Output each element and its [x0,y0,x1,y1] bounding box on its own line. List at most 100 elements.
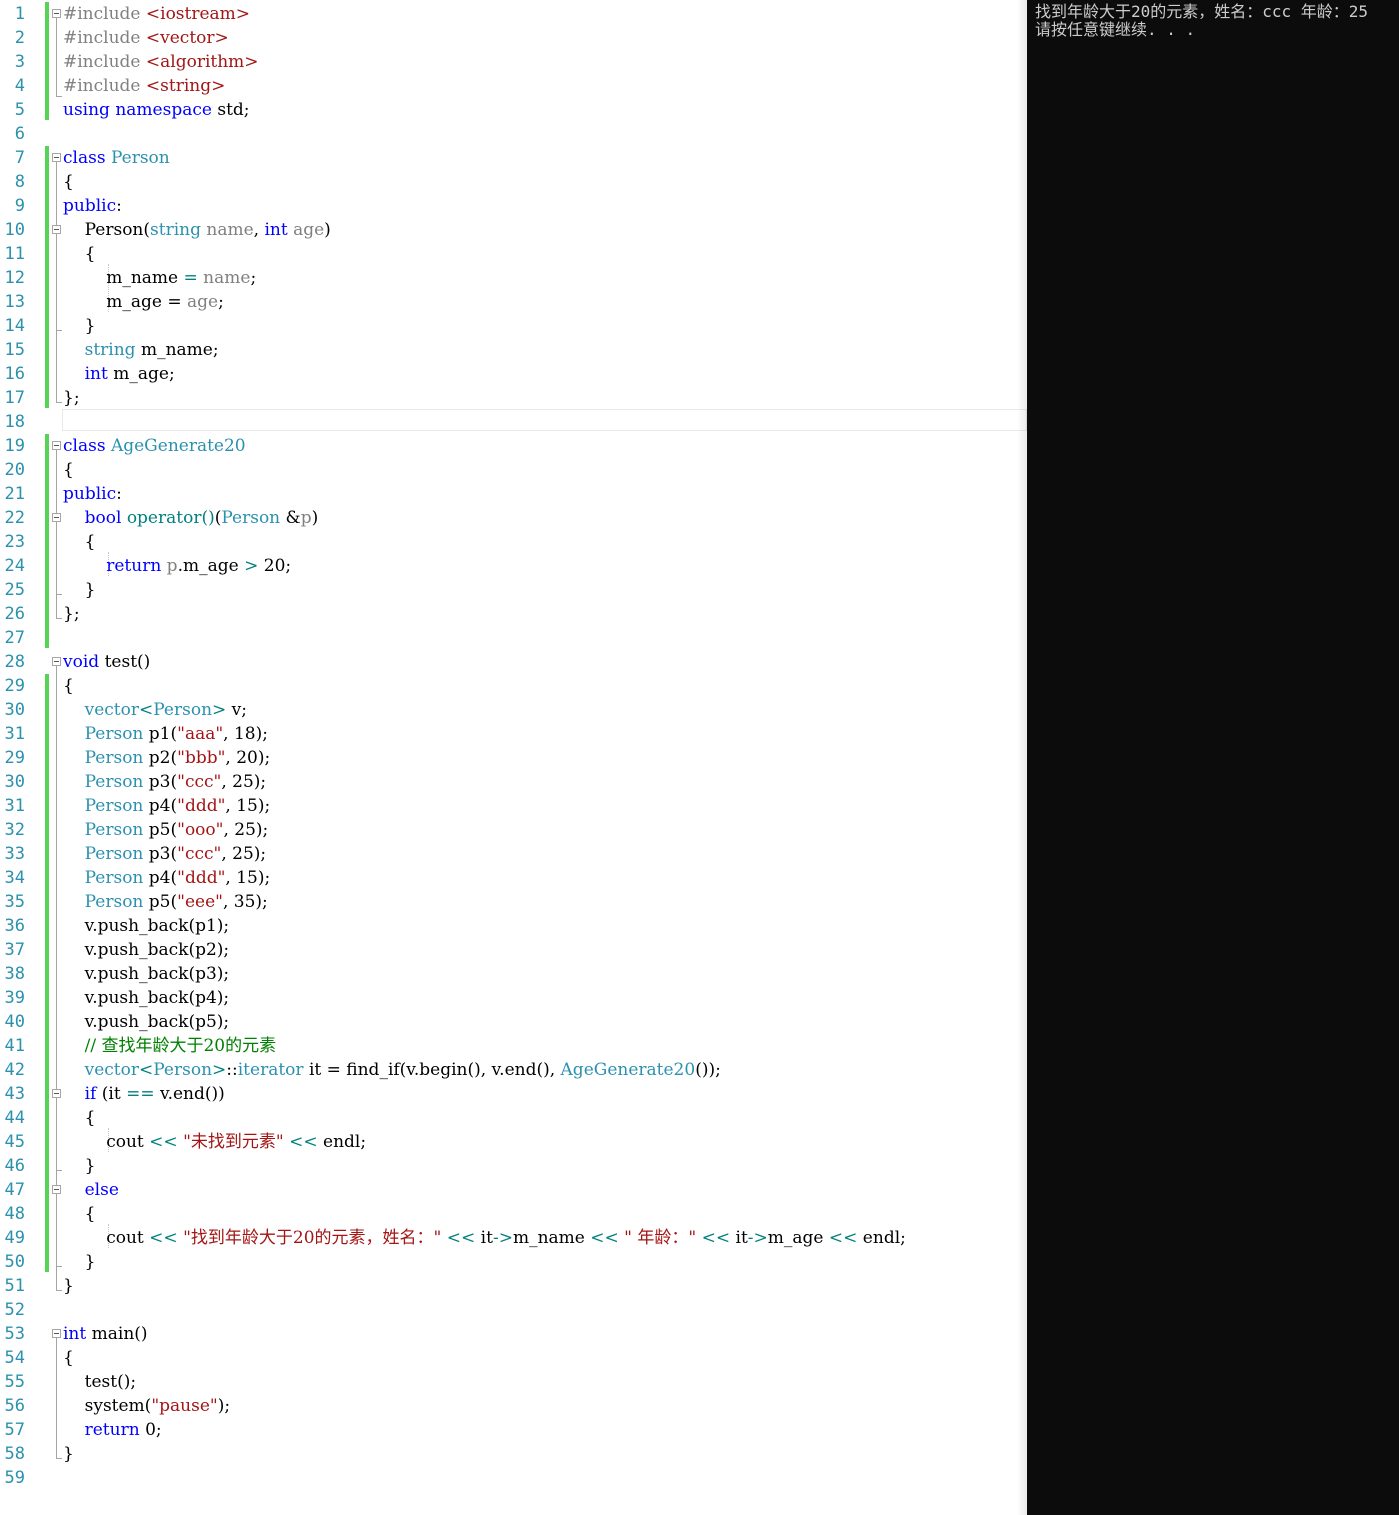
code-line[interactable]: cout << "未找到元素" << endl; [63,1130,366,1154]
code-line[interactable]: Person(string name, int age) [63,218,331,242]
collapse-icon[interactable] [52,225,61,234]
code-line[interactable]: } [63,1154,96,1178]
code-line[interactable]: { [63,530,96,554]
code-line[interactable]: public: [63,194,122,218]
collapse-icon[interactable] [52,441,61,450]
code-token: m_name [63,268,184,288]
code-line[interactable]: { [63,170,74,194]
line-number: 24 [4,556,25,576]
code-line[interactable]: v.push_back(p5); [63,1010,230,1034]
code-token: m_name [512,1228,591,1248]
code-line[interactable]: else [63,1178,119,1202]
line-number: 31 [4,796,25,816]
code-token: , [253,220,265,240]
code-token: <vector> [145,28,229,48]
outline-end [56,1170,62,1171]
code-line[interactable]: } [63,1274,74,1298]
code-line[interactable]: class AgeGenerate20 [63,434,246,458]
code-token: Person [153,700,213,720]
code-token: int [264,220,288,240]
code-line[interactable]: { [63,1106,96,1130]
code-line[interactable]: { [63,1202,96,1226]
code-line[interactable]: Person p4("ddd", 15); [63,866,271,890]
code-line[interactable]: Person p5("eee", 35); [63,890,268,914]
code-token: Person [63,748,144,768]
code-line[interactable]: Person p3("ccc", 25); [63,770,267,794]
code-line[interactable]: Person p3("ccc", 25); [63,842,267,866]
collapse-icon[interactable] [52,9,61,18]
code-line[interactable]: bool operator()(Person &p) [63,506,319,530]
code-line[interactable]: // 查找年龄大于20的元素 [63,1034,277,1058]
code-line[interactable]: int m_age; [63,362,175,386]
code-line[interactable]: v.push_back(p1); [63,914,230,938]
code-line[interactable]: if (it == v.end()) [63,1082,225,1106]
code-line[interactable]: } [63,1250,96,1274]
code-token: <algorithm> [145,52,259,72]
collapse-icon[interactable] [52,1329,61,1338]
code-token: return [63,556,162,576]
code-line[interactable]: string m_name; [63,338,219,362]
code-line[interactable]: m_age = age; [63,290,224,314]
code-line[interactable]: #include <string> [63,74,225,98]
code-line[interactable]: #include <iostream> [63,2,250,26]
code-line[interactable]: m_name = name; [63,266,256,290]
code-line[interactable]: return 0; [63,1418,162,1442]
collapse-icon[interactable] [52,1185,61,1194]
code-token: "ccc" [177,772,222,792]
collapse-icon[interactable] [52,1089,61,1098]
code-token: } [63,1252,96,1272]
line-number: 49 [4,1228,25,1248]
code-line[interactable]: Person p1("aaa", 18); [63,722,268,746]
code-token: << [701,1228,731,1248]
code-line[interactable]: public: [63,482,122,506]
collapse-icon[interactable] [52,657,61,666]
code-line[interactable]: #include <vector> [63,26,229,50]
code-line[interactable]: int main() [63,1322,148,1346]
code-line[interactable]: vector<Person> v; [63,698,247,722]
code-token: name [197,268,251,288]
collapse-icon[interactable] [52,153,61,162]
code-token: Person [63,724,144,744]
code-line[interactable]: } [63,578,96,602]
code-line[interactable]: { [63,674,74,698]
code-token: int [63,1324,87,1344]
code-line[interactable]: { [63,1346,74,1370]
code-line[interactable]: Person p4("ddd", 15); [63,794,271,818]
code-line[interactable]: } [63,1442,74,1466]
code-line[interactable]: vector<Person>::iterator it = find_if(v.… [63,1058,721,1082]
code-line[interactable]: v.push_back(p2); [63,938,230,962]
code-token: -> [747,1228,768,1248]
code-line[interactable]: Person p2("bbb", 20); [63,746,271,770]
code-line[interactable]: void test() [63,650,150,674]
console-window[interactable]: 找到年龄大于20的元素，姓名：ccc 年龄：25 请按任意键继续. . . [1027,0,1399,1515]
code-token: Person [63,796,144,816]
line-number: 41 [4,1036,25,1056]
code-line[interactable]: system("pause"); [63,1394,230,1418]
code-line[interactable]: { [63,458,74,482]
code-token: { [63,244,96,264]
code-line[interactable]: }; [63,602,80,626]
code-line[interactable]: } [63,314,96,338]
line-number: 1 [14,4,25,24]
code-line[interactable]: { [63,242,96,266]
code-line[interactable]: }; [63,386,80,410]
code-editor[interactable]: 1 2 3 4 5 6 7 8 9 10 11 12 13 14 15 16 17 18 19 20 21 22 23 24 2… [0,0,1027,1515]
code-line[interactable]: v.push_back(p3); [63,962,230,986]
line-number: 39 [4,988,25,1008]
collapse-icon[interactable] [52,513,61,522]
code-token: } [63,1276,74,1296]
code-token: << [289,1132,318,1152]
code-line[interactable]: class Person [63,146,170,170]
code-line[interactable]: using namespace std; [63,98,250,122]
code-token: v.push_back(p3); [63,964,230,984]
code-line[interactable]: v.push_back(p4); [63,986,230,1010]
code-line[interactable]: Person p5("ooo", 25); [63,818,269,842]
code-token: class [63,436,111,456]
code-line[interactable]: test(); [63,1370,136,1394]
code-token: Person [63,772,144,792]
code-token: , 25); [221,772,267,792]
code-line[interactable]: cout << "找到年龄大于20的元素，姓名：" << it->m_name … [63,1226,906,1250]
code-line[interactable]: #include <algorithm> [63,50,259,74]
code-line[interactable]: return p.m_age > 20; [63,554,291,578]
line-number: 48 [4,1204,25,1224]
